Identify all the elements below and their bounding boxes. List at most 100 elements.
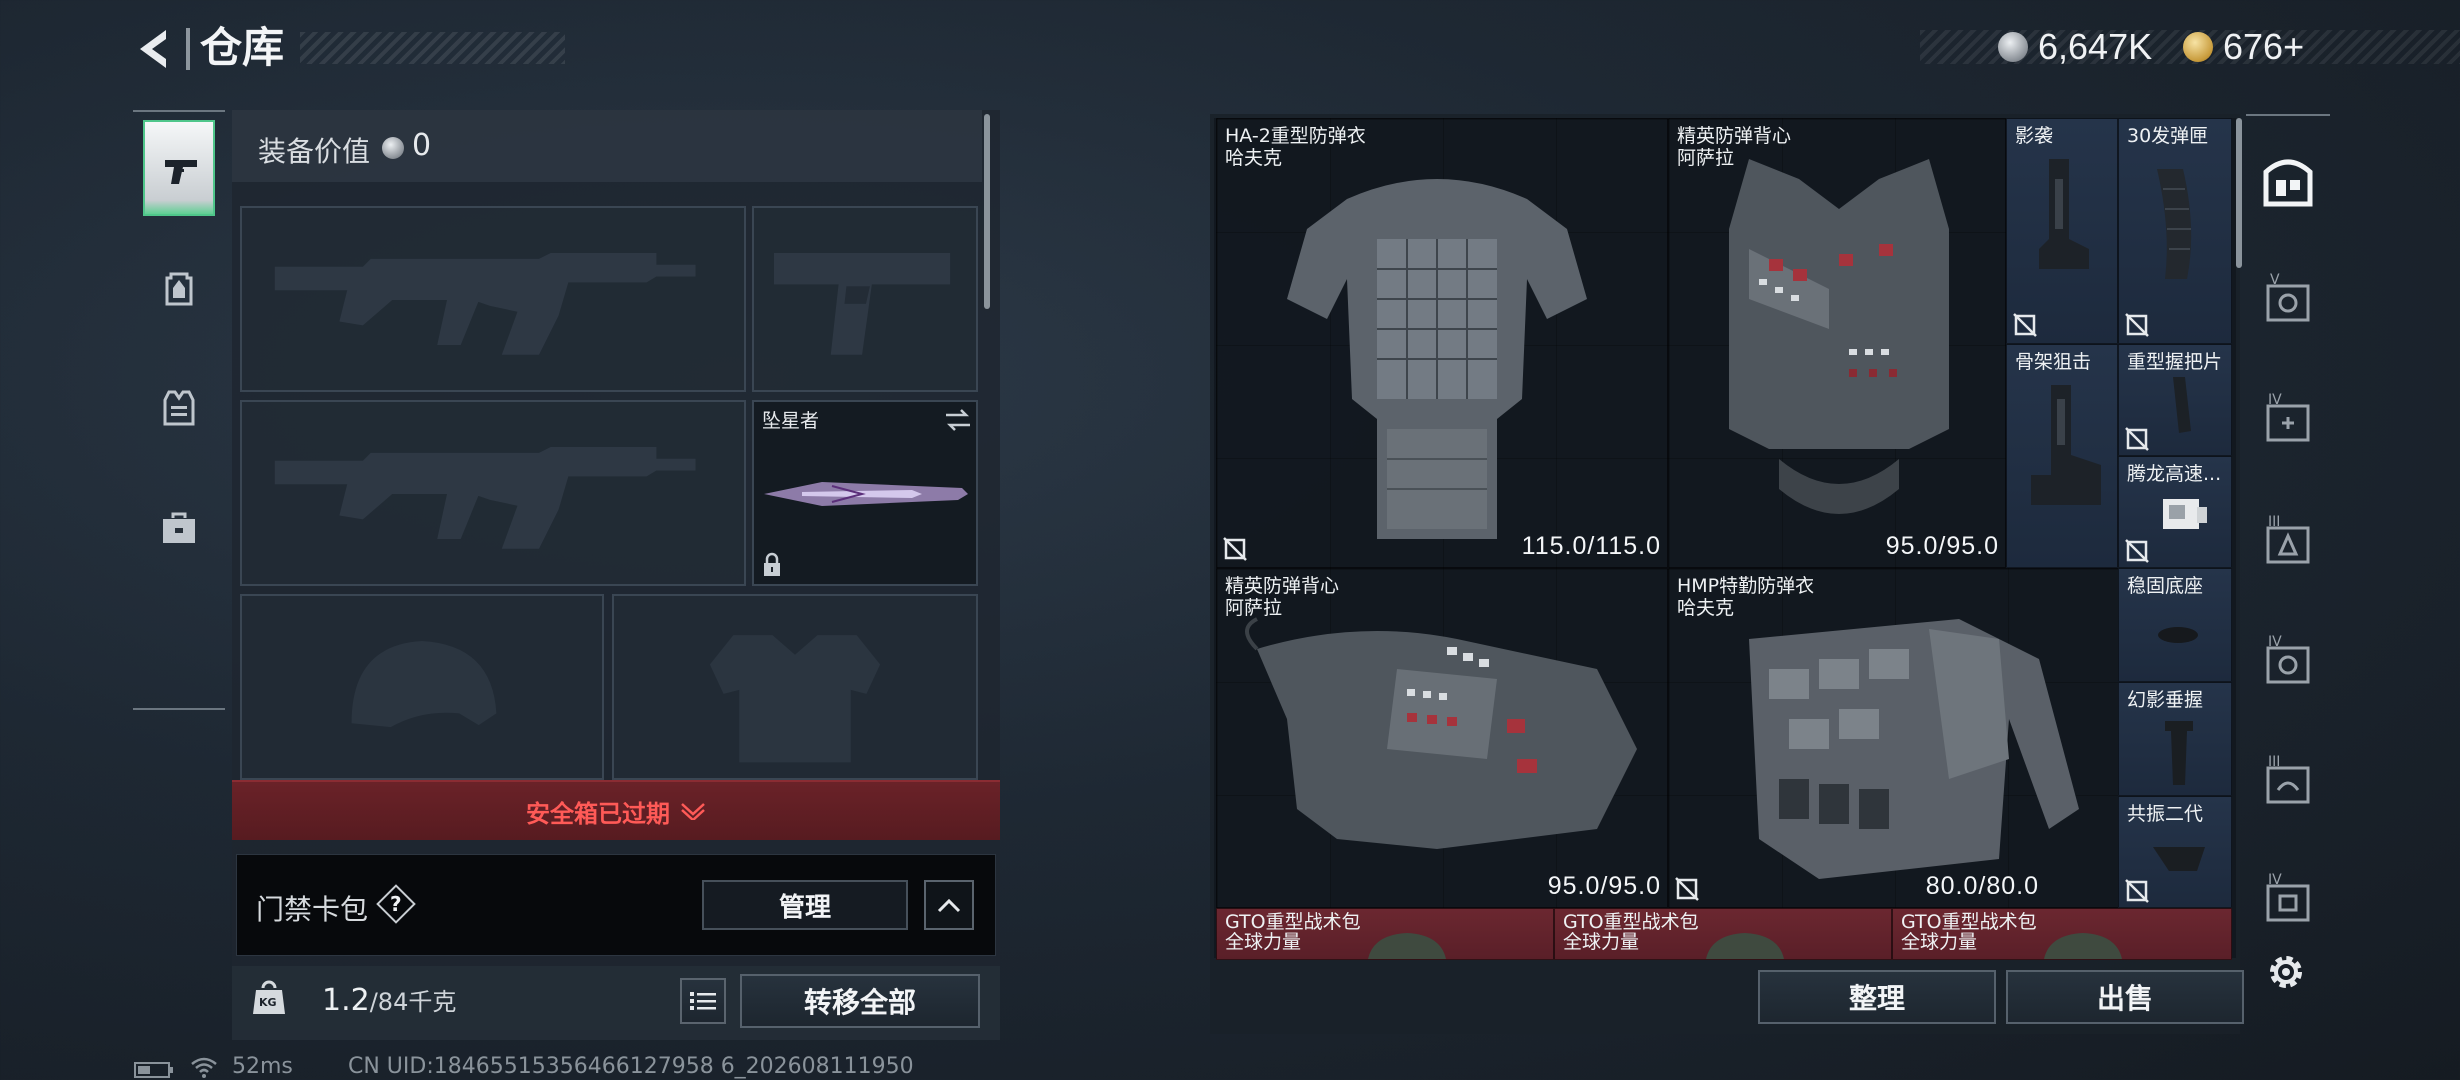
tabs-bottom-line xyxy=(133,708,225,710)
chevron-up-icon xyxy=(937,898,961,913)
gold-currency-amount[interactable]: 676+ xyxy=(2223,27,2304,67)
tab-toolbox[interactable] xyxy=(143,480,215,576)
pistol-slot[interactable] xyxy=(752,206,978,392)
magazine-image xyxy=(2157,169,2192,279)
knife-icon xyxy=(762,474,972,514)
backpack-image xyxy=(1368,933,1446,959)
svg-text:III: III xyxy=(2268,514,2280,530)
backpack-icon xyxy=(161,268,197,308)
no-insure-icon xyxy=(2013,313,2037,337)
inventory-item-stable-base[interactable]: 稳固底座 xyxy=(2118,568,2232,682)
chevron-down-icon xyxy=(680,802,706,822)
inventory-item-heavy-grip-panel[interactable]: 重型握把片 xyxy=(2118,344,2232,456)
silver-currency-amount[interactable]: 6,647K xyxy=(2038,27,2152,67)
tab-weapons[interactable] xyxy=(143,120,215,216)
back-button[interactable] xyxy=(132,26,178,72)
heavy-armor-image xyxy=(1287,179,1587,539)
armor-silhouette-icon xyxy=(709,635,881,763)
stock-image xyxy=(2039,159,2089,269)
toolbox-icon xyxy=(161,508,197,548)
storage-iii-alt-icon[interactable]: III xyxy=(2258,750,2318,810)
backpack-image xyxy=(2044,933,2122,959)
swap-icon[interactable] xyxy=(944,408,972,432)
svg-text:V: V xyxy=(2270,272,2280,288)
storage-v-icon[interactable]: V xyxy=(2258,268,2318,328)
uid-readout: CN UID:18465515356466127958 6_2026081119… xyxy=(348,1054,914,1079)
safe-box-status: 安全箱已过期 xyxy=(526,799,670,828)
melee-slot[interactable]: 坠星者 xyxy=(752,400,978,586)
title-stripe-decoration xyxy=(300,32,565,64)
weight-current: 1.2 xyxy=(322,983,370,1018)
rifle-silhouette-icon xyxy=(274,253,696,355)
card-bag-label: 门禁卡包 xyxy=(256,893,369,926)
equip-value-label: 装备价值 xyxy=(258,135,371,168)
inventory-item-phantom-grip[interactable]: 幻影垂握 xyxy=(2118,682,2232,796)
page-title: 仓库 xyxy=(200,23,285,72)
storage-scrollbar[interactable] xyxy=(2236,118,2242,268)
no-insure-icon xyxy=(1223,537,1247,561)
svg-text:IV: IV xyxy=(2268,392,2282,408)
helmet-slot[interactable] xyxy=(240,594,604,780)
inventory-item-elite-vest-2[interactable]: 精英防弹背心 阿萨拉 95.0/95.0 xyxy=(1216,568,1668,908)
lock-icon xyxy=(762,552,782,578)
expand-button[interactable] xyxy=(924,880,974,930)
inventory-item-tenglong[interactable]: 腾龙高速... xyxy=(2118,456,2232,568)
list-view-button[interactable] xyxy=(680,978,726,1024)
inventory-item-hmp-armor[interactable]: HMP特勤防弹衣 哈夫克 80.0/80.0 xyxy=(1668,568,2120,908)
gear-icon[interactable] xyxy=(2264,950,2308,994)
warehouse-icon[interactable] xyxy=(2258,150,2318,210)
pistol-icon xyxy=(163,150,199,190)
back-arrow-icon xyxy=(140,30,166,68)
melee-name: 坠星者 xyxy=(762,410,820,432)
storage-iii-icon[interactable]: III xyxy=(2258,510,2318,570)
transfer-all-button[interactable]: 转移全部 xyxy=(740,974,980,1028)
tab-backpack[interactable] xyxy=(143,240,215,336)
inventory-item-30-round-mag[interactable]: 30发弹匣 xyxy=(2118,118,2232,344)
loadout-scrollbar[interactable] xyxy=(984,114,990,309)
tab-vest[interactable] xyxy=(143,360,215,456)
inventory-item-resonance-2[interactable]: 共振二代 xyxy=(2118,796,2232,908)
no-insure-icon xyxy=(2125,539,2149,563)
gold-coin-icon xyxy=(2183,32,2213,62)
secondary-weapon-slot[interactable] xyxy=(240,400,746,586)
safe-box-expired-banner[interactable]: 安全箱已过期 xyxy=(232,780,1000,840)
svg-text:IV: IV xyxy=(2268,872,2282,888)
loadout-category-tabs xyxy=(133,110,225,710)
base-image xyxy=(2158,627,2198,643)
resonance-attachment-image xyxy=(2153,847,2205,871)
armor-slot[interactable] xyxy=(612,594,978,780)
wifi-icon xyxy=(190,1056,218,1078)
loadout-panel: 装备价值 0 坠星者 安全箱已过期 门禁卡包 ? 管理 KG 1.2/84千克 xyxy=(232,110,1000,1040)
list-icon xyxy=(690,992,716,1010)
storage-grid: HA-2重型防弹衣 哈夫克 115.0/115.0 精英防弹背心 阿萨拉 95.… xyxy=(1210,114,2244,1034)
weight-readout: 1.2/84千克 xyxy=(322,982,456,1018)
hmp-armor-image xyxy=(1749,619,2079,879)
tabs-top-line xyxy=(133,110,225,112)
battery-icon xyxy=(134,1062,174,1078)
sort-button[interactable]: 整理 xyxy=(1758,970,1996,1024)
no-insure-icon xyxy=(2125,313,2149,337)
manage-button[interactable]: 管理 xyxy=(702,880,908,930)
no-insure-icon xyxy=(2125,879,2149,903)
weight-max: /84千克 xyxy=(369,988,457,1016)
grip-panel-image xyxy=(2173,377,2191,433)
sell-button[interactable]: 出售 xyxy=(2006,970,2244,1024)
storage-iv-icon[interactable]: IV xyxy=(2258,630,2318,690)
storage-iv-alt-icon[interactable]: IV xyxy=(2258,868,2318,928)
no-insure-icon xyxy=(1675,877,1699,901)
elite-vest-image xyxy=(1729,159,1949,514)
svg-text:III: III xyxy=(2268,754,2280,770)
inventory-item-skeleton-sniper[interactable]: 骨架狙击 xyxy=(2006,344,2118,568)
sight-image xyxy=(2163,499,2207,529)
weight-icon: KG xyxy=(252,978,286,1016)
equip-value-amount: 0 xyxy=(412,128,432,163)
inventory-item-gto-bag[interactable]: GTO重型战术包 全球力量 xyxy=(1892,908,2232,960)
rail-top-line xyxy=(2246,114,2330,116)
inventory-item-ha2-armor[interactable]: HA-2重型防弹衣 哈夫克 115.0/115.0 xyxy=(1216,118,1668,568)
inventory-item-gto-bag[interactable]: GTO重型战术包 全球力量 xyxy=(1554,908,1892,960)
inventory-item-yingxi[interactable]: 影袭 xyxy=(2006,118,2118,344)
inventory-item-elite-vest[interactable]: 精英防弹背心 阿萨拉 95.0/95.0 xyxy=(1668,118,2006,568)
inventory-item-gto-bag[interactable]: GTO重型战术包 全球力量 xyxy=(1216,908,1554,960)
primary-weapon-slot[interactable] xyxy=(240,206,746,392)
storage-iv-plus-icon[interactable]: IV xyxy=(2258,388,2318,448)
